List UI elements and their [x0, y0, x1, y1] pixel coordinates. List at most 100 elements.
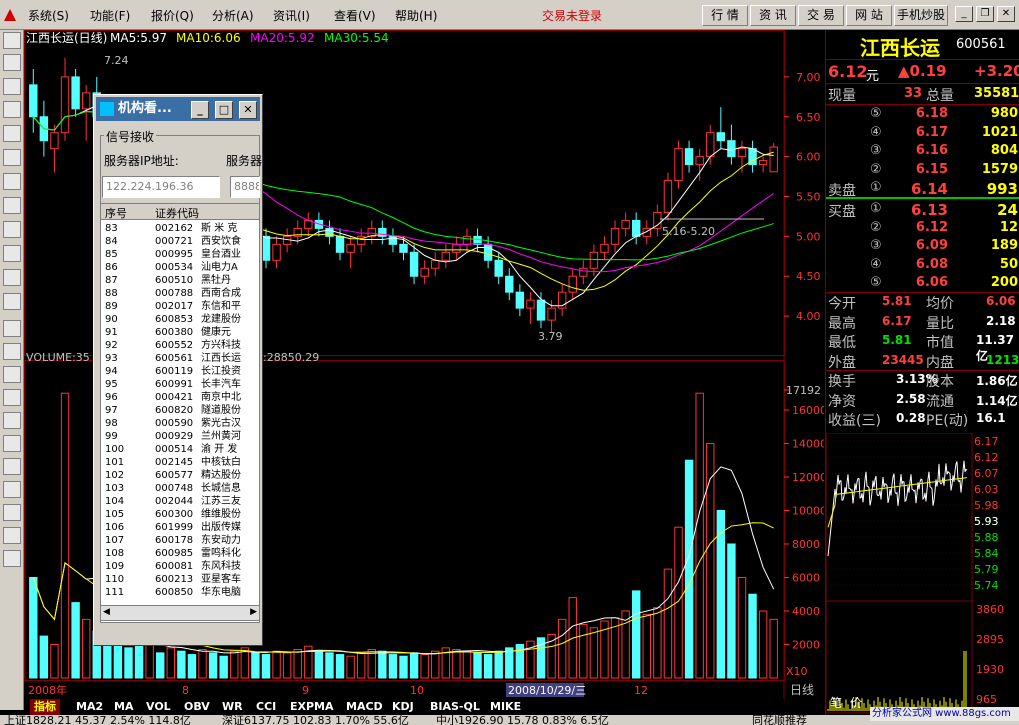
menu-info[interactable]: 资讯(I) [273, 7, 310, 24]
toolbar-money-icon[interactable] [3, 412, 21, 429]
toolbar-window-icon[interactable] [3, 389, 21, 406]
list-item[interactable]: 88 000788 西南合成 [101, 287, 259, 300]
list-item[interactable]: 92 600552 方兴科技 [101, 339, 259, 352]
menu-view[interactable]: 查看(V) [334, 7, 376, 24]
list-item[interactable]: 87 600510 黑牡丹 [101, 274, 259, 287]
server-ip-input[interactable]: 122.224.196.36 [102, 176, 220, 198]
recommend-status[interactable]: 同花顺推荐 [752, 715, 807, 725]
list-item[interactable]: 95 600991 长丰汽车 [101, 378, 259, 391]
order-book-row[interactable]: ④ 6.17 1021 [826, 125, 1019, 145]
toolbar-report-icon[interactable] [3, 149, 21, 166]
menu-help[interactable]: 帮助(H) [395, 7, 437, 24]
toolbar-indicator-icon[interactable] [3, 320, 21, 337]
toolbar-etf-icon[interactable] [3, 293, 21, 310]
market-button[interactable]: 行 情 [702, 5, 748, 26]
toolbar-arrow-left-icon[interactable] [3, 504, 21, 521]
list-item[interactable]: 101 002145 中核钛白 [101, 456, 259, 469]
col-code-header[interactable]: 证券代码 [155, 205, 199, 221]
tab-indicators[interactable]: 指标 [30, 699, 60, 715]
order-book-row[interactable]: ③ 6.16 804 [826, 143, 1019, 163]
list-item[interactable]: 106 601999 出版传媒 [101, 521, 259, 534]
tab-ma[interactable]: MA [110, 699, 137, 715]
mobile-button[interactable]: 手机炒股 [894, 5, 948, 26]
list-item[interactable]: 86 000534 汕电力A [101, 261, 259, 274]
toolbar-page-icon[interactable] [3, 173, 21, 190]
list-item[interactable]: 110 600213 亚星客车 [101, 573, 259, 586]
tab-expma[interactable]: EXPMA [286, 699, 338, 715]
list-item[interactable]: 98 000590 紫光古汉 [101, 417, 259, 430]
list-item[interactable]: 108 600985 雷鸣科化 [101, 547, 259, 560]
tab-mike[interactable]: MIKE [486, 699, 525, 715]
toolbar-user-icon[interactable] [3, 197, 21, 214]
list-item[interactable]: 107 600178 东安动力 [101, 534, 259, 547]
toolbar-table-icon[interactable] [3, 101, 21, 118]
order-book-row[interactable]: ③ 6.09 189 [826, 238, 1019, 258]
tab-bias-ql[interactable]: BIAS-QL [426, 699, 484, 715]
intraday-chart[interactable]: 6.17 6.12 6.07 6.03 5.98 5.93 5.88 5.84 5.79 5.74… [826, 433, 1019, 715]
list-item[interactable]: 91 600380 健康元 [101, 326, 259, 339]
toolbar-grid-icon[interactable] [3, 54, 21, 71]
close-icon[interactable]: ✕ [997, 6, 1015, 22]
order-book-row[interactable]: 买盘 ① 6.13 24 [826, 201, 1019, 221]
toolbar-export-icon[interactable] [3, 458, 21, 475]
toolbar-group-icon[interactable] [3, 221, 21, 238]
dialog-close-icon[interactable]: ✕ [239, 101, 257, 119]
list-item[interactable]: 111 600850 华东电脑 [101, 586, 259, 599]
tab-wr[interactable]: WR [218, 699, 247, 715]
toolbar-list-icon[interactable] [3, 32, 21, 49]
menu-function[interactable]: 功能(F) [90, 7, 130, 24]
tab-macd[interactable]: MACD [342, 699, 387, 715]
minimize-icon[interactable]: _ [955, 6, 973, 22]
toolbar-arrow-down-icon[interactable] [3, 550, 21, 567]
list-item[interactable]: 84 000721 西安饮食 [101, 235, 259, 248]
menu-quote[interactable]: 报价(Q) [151, 7, 194, 24]
dialog-minimize-icon[interactable]: _ [191, 101, 209, 119]
toolbar-chart-icon[interactable] [3, 78, 21, 95]
list-item[interactable]: 97 600820 隧道股份 [101, 404, 259, 417]
list-item[interactable]: 102 600577 精达股份 [101, 469, 259, 482]
scroll-left-icon[interactable]: ◀ [103, 607, 110, 617]
scroll-right-icon[interactable]: ▶ [250, 607, 257, 617]
tab-kdj[interactable]: KDJ [388, 699, 418, 715]
toolbar-kline-icon[interactable] [3, 125, 21, 142]
toolbar-search-icon[interactable] [3, 269, 21, 286]
list-item[interactable]: 83 002162 斯 米 克 [101, 222, 259, 235]
trade-login-status[interactable]: 交易未登录 [542, 7, 602, 24]
website-button[interactable]: 网 站 [846, 5, 892, 26]
list-item[interactable]: 96 000421 南京中北 [101, 391, 259, 404]
order-book-row[interactable]: ② 6.12 12 [826, 220, 1019, 240]
order-book-row[interactable]: ④ 6.08 50 [826, 257, 1019, 277]
tab-ma2[interactable]: MA2 [72, 699, 107, 715]
news-button[interactable]: 资 讯 [750, 5, 796, 26]
toolbar-tool-icon[interactable] [3, 435, 21, 452]
toolbar-rsi-icon[interactable] [3, 343, 21, 360]
tab-vol[interactable]: VOL [142, 699, 175, 715]
list-item[interactable]: 93 600561 江西长运 [101, 352, 259, 365]
menu-system[interactable]: 系统(S) [28, 7, 69, 24]
list-item[interactable]: 90 600853 龙建股份 [101, 313, 259, 326]
server-port-input[interactable]: 8888 [230, 176, 260, 198]
list-item[interactable]: 100 000514 渝 开 发 [101, 443, 259, 456]
tab-cci[interactable]: CCI [252, 699, 280, 715]
menu-analysis[interactable]: 分析(A) [212, 7, 254, 24]
restore-icon[interactable]: ❐ [976, 6, 994, 22]
toolbar-arrow-up-icon[interactable] [3, 527, 21, 544]
list-item[interactable]: 94 600119 长江投资 [101, 365, 259, 378]
trade-button[interactable]: 交 易 [798, 5, 844, 26]
horizontal-scrollbar[interactable]: ◀ ▶ [100, 605, 260, 621]
toolbar-pencil-icon[interactable] [3, 481, 21, 498]
list-item[interactable]: 105 600300 维维股份 [101, 508, 259, 521]
order-book-row[interactable]: ② 6.15 1579 [826, 162, 1019, 182]
toolbar-f10-icon[interactable] [3, 245, 21, 262]
stock-signal-list[interactable]: 序号 证券代码 83 002162 斯 米 克 84 000721 西安饮食 85 00099… [100, 203, 260, 623]
list-item[interactable]: 85 000995 皇台酒业 [101, 248, 259, 261]
tab-obv[interactable]: OBV [180, 699, 214, 715]
list-item[interactable]: 104 002044 江苏三友 [101, 495, 259, 508]
list-item[interactable]: 99 000929 兰州黄河 [101, 430, 259, 443]
list-item[interactable]: 103 000748 长城信息 [101, 482, 259, 495]
col-number-header[interactable]: 序号 [105, 205, 127, 221]
dialog-title-bar[interactable]: 机构看... _ □ ✕ [96, 97, 260, 121]
list-item[interactable]: 109 600081 东风科技 [101, 560, 259, 573]
institution-dialog[interactable]: 机构看... _ □ ✕ 信号接收 服务器IP地址: 服务器 122.224.1… [93, 94, 263, 646]
dialog-maximize-icon[interactable]: □ [215, 101, 233, 119]
